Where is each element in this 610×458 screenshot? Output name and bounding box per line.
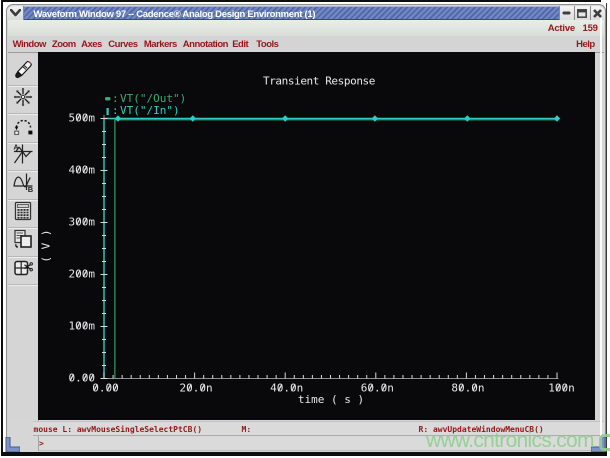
watermark: www.cntronics.com <box>426 429 595 453</box>
menu-curves[interactable]: Curves <box>108 39 138 50</box>
toolbar-button-pen[interactable] <box>8 57 38 86</box>
y-tick-label: 400m <box>69 163 96 176</box>
active-label: Active <box>547 23 576 34</box>
menu-help[interactable]: Help <box>576 39 595 50</box>
toolbar-button-calculator[interactable] <box>8 200 38 228</box>
trace-point-marker <box>189 115 196 122</box>
toolbar-button-zoom-fit[interactable] <box>8 86 38 114</box>
title-bar[interactable]: Waveform Window 97 -- Cadence® Analog De… <box>24 6 559 20</box>
trace-point-marker <box>464 115 471 122</box>
close-button[interactable] <box>589 6 605 20</box>
trace-point-marker <box>282 115 289 122</box>
screenshot-border-left <box>1 0 3 455</box>
window-frame-highlight <box>599 18 602 448</box>
status-prompt: > <box>39 439 44 448</box>
waveform-chart: 0.00100m200m300m400m500m0.00 20.0n 40.0n 60… <box>40 75 575 407</box>
window-menu-button[interactable] <box>7 6 24 20</box>
y-tick-label: 100m <box>69 319 96 332</box>
legend-swatch-in <box>106 108 109 115</box>
toolbar-button-delete-subwindow[interactable] <box>8 257 38 285</box>
maximize-icon <box>577 8 588 18</box>
calculator-icon <box>12 200 34 227</box>
menu-markers[interactable]: Markers <box>144 39 177 50</box>
toolbar-button-strip-chart[interactable]: A <box>8 143 38 171</box>
plot-area[interactable]: 0.00 100m 200m 300m 400m 500m 0.00 20.0n 40.0n 60… <box>38 52 595 420</box>
y-axis-label: ( V ) <box>40 229 53 262</box>
legend-swatch-out <box>105 97 111 101</box>
toolbar-button-drag-curve[interactable] <box>8 114 38 143</box>
drag-curve-icon <box>12 114 34 141</box>
pen-icon <box>12 57 34 84</box>
delete-subwindow-icon <box>12 257 34 284</box>
x-tick-label: 20.0n <box>180 382 213 395</box>
resize-corner-bottom-left[interactable] <box>5 437 20 452</box>
menu-tools[interactable]: Tools <box>256 39 279 50</box>
trace-point-marker <box>371 115 379 122</box>
copy-window-icon <box>12 228 34 255</box>
active-count: 159 <box>582 23 598 34</box>
status-mouse-left: mouse L: awvMouseSingleSelectPtCB() <box>33 425 203 434</box>
minimize-icon <box>562 11 571 15</box>
x-axis-label: time ( s ) <box>298 393 364 406</box>
strip-chart-icon: A <box>12 143 34 170</box>
legend-label-in[interactable]: VT("/In") <box>120 104 180 117</box>
status-mouse-middle: M: <box>241 425 252 434</box>
menu-zoom[interactable]: Zoom <box>52 39 76 50</box>
close-icon <box>593 8 603 18</box>
title-row: Waveform Window 97 -- Cadence® Analog De… <box>7 6 605 20</box>
window-title: Waveform Window 97 -- Cadence® Analog De… <box>33 8 316 20</box>
menu-edit[interactable]: Edit <box>232 39 248 50</box>
waveform-window: Waveform Window 97 -- Cadence® Analog De… <box>6 4 606 452</box>
x-tick-label: 60.0n <box>361 382 394 395</box>
toolbar: AB <box>8 57 38 287</box>
trace-out[interactable] <box>114 119 558 379</box>
toolbar-button-composite-axes[interactable]: B <box>8 171 38 200</box>
svg-text:B: B <box>28 185 34 193</box>
menu-annotation[interactable]: Annotation <box>183 39 229 50</box>
screenshot-border-top <box>1 0 601 2</box>
watermark-text: www.cntronics.com <box>426 429 595 452</box>
zoom-fit-icon <box>12 86 34 113</box>
y-tick-label: 500m <box>69 111 96 124</box>
trace-in[interactable] <box>103 117 558 379</box>
trace-point-marker <box>553 115 561 122</box>
y-tick-label: 300m <box>69 215 96 228</box>
toolbar-button-copy-window[interactable] <box>8 228 38 257</box>
x-tick-label: 100n <box>548 382 575 395</box>
menu-bar: Window Zoom Axes Curves Markers Annotati… <box>8 36 604 53</box>
x-tick-label: 80.0n <box>451 382 484 395</box>
menu-axes[interactable]: Axes <box>81 39 102 50</box>
chart-title: Transient Response <box>263 75 375 88</box>
watermark-logo-box <box>599 434 610 451</box>
minimize-button[interactable] <box>558 6 574 20</box>
svg-text:A: A <box>14 144 19 151</box>
composite-axes-icon: B <box>12 171 34 198</box>
y-tick-label: 200m <box>69 267 96 280</box>
legend-colon: : <box>112 104 119 117</box>
active-row: Active 159 <box>8 20 604 36</box>
menu-window[interactable]: Window <box>13 39 47 50</box>
maximize-button[interactable] <box>574 6 590 20</box>
chevron-down-icon <box>9 9 21 17</box>
